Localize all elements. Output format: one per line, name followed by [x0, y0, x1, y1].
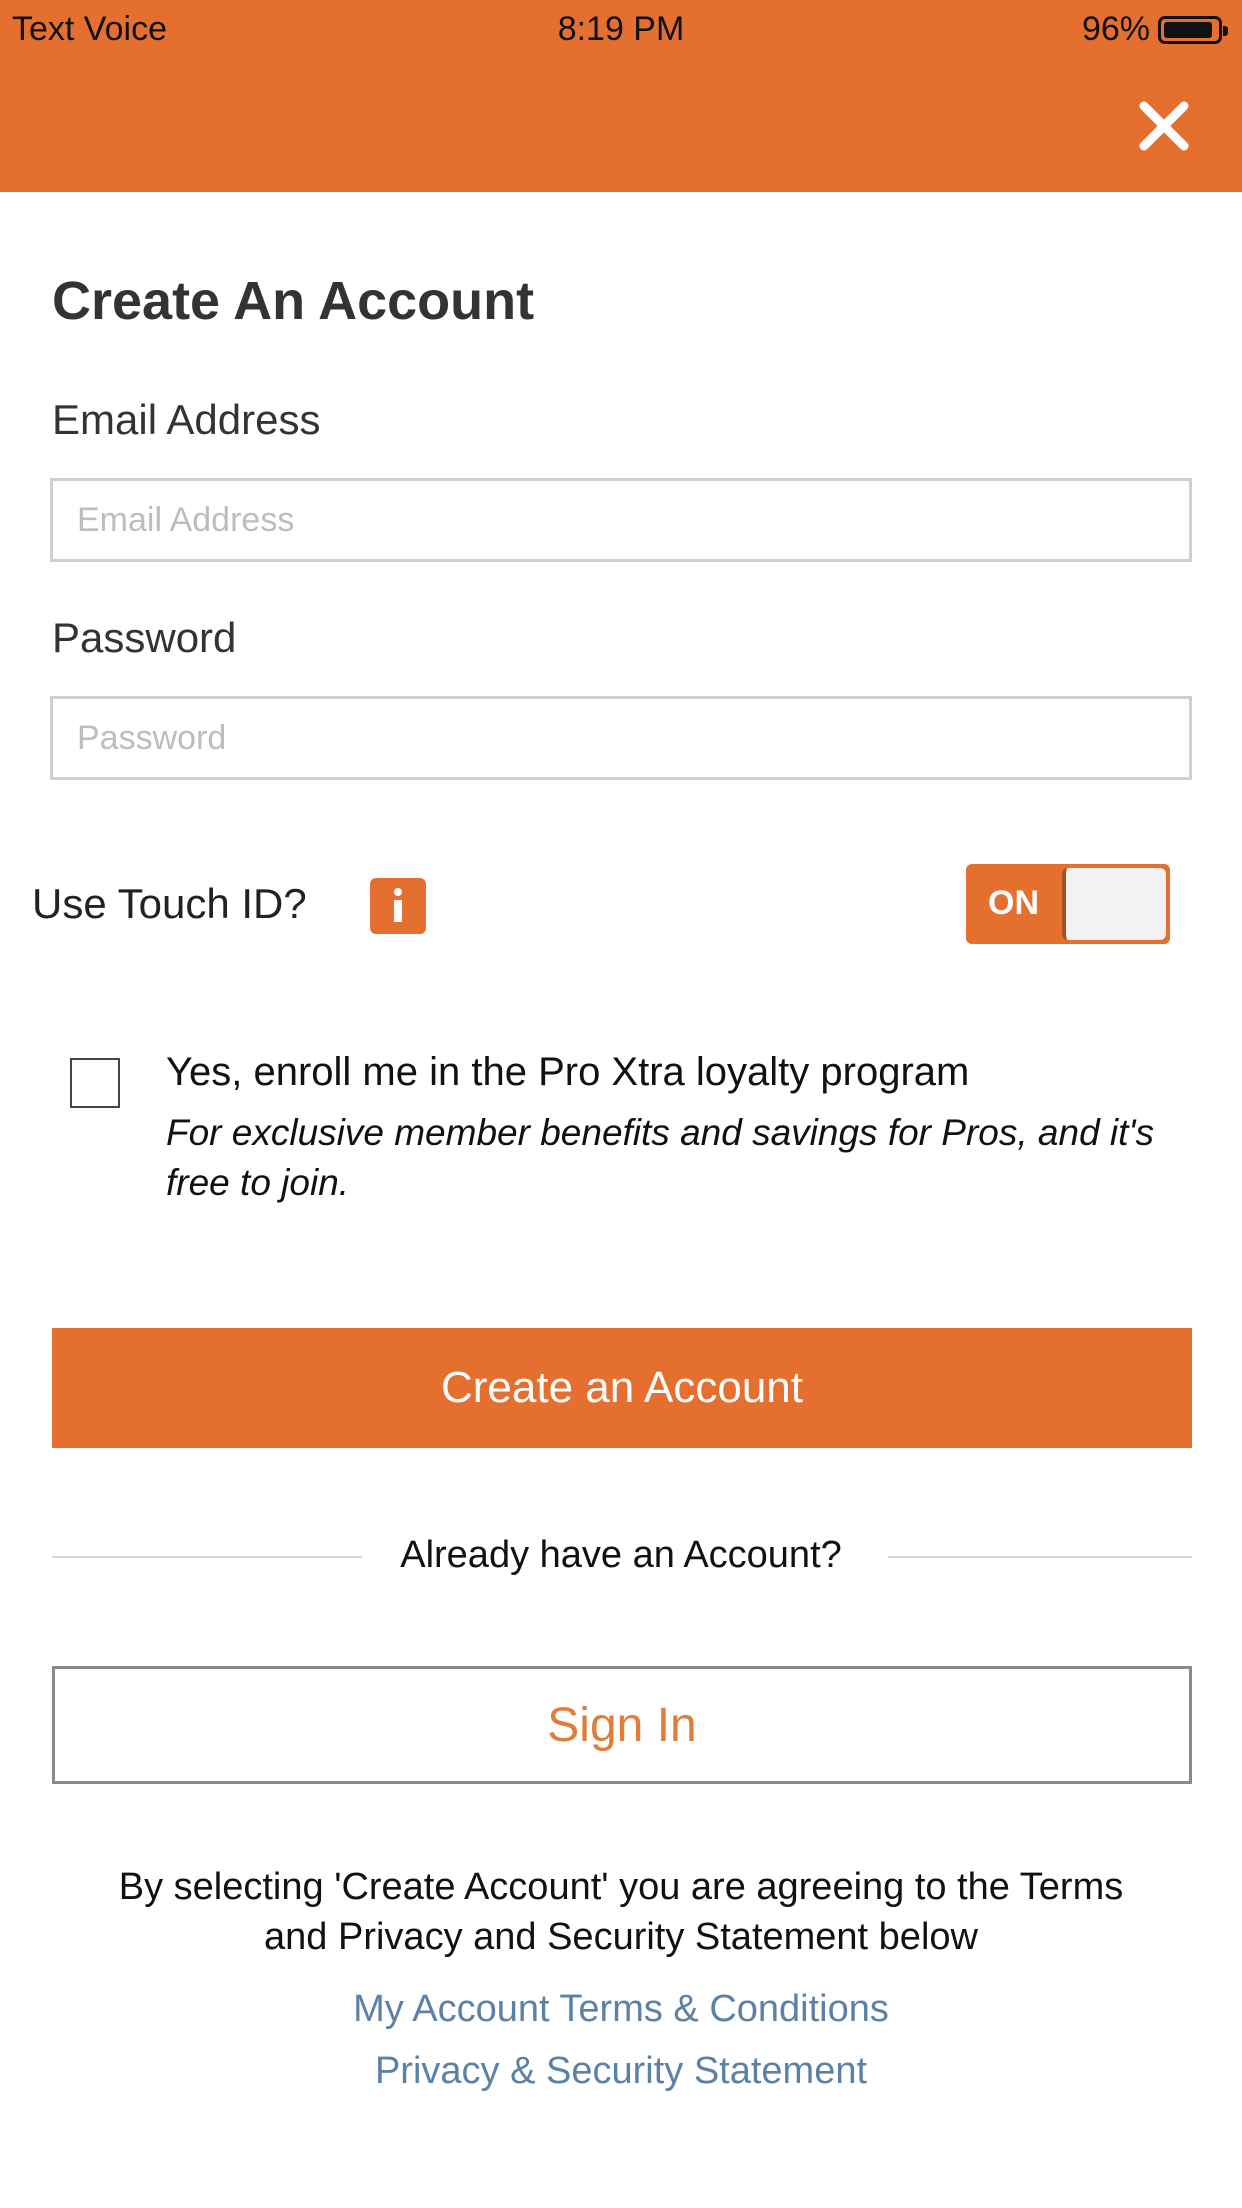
loyalty-checkbox[interactable]	[70, 1058, 120, 1108]
page-title: Create An Account	[52, 271, 535, 331]
already-have-account-text: Already have an Account?	[386, 1534, 856, 1576]
close-icon	[1139, 101, 1189, 151]
clock: 8:19 PM	[557, 10, 685, 48]
touch-id-info-button[interactable]	[370, 878, 426, 934]
toggle-state-label: ON	[988, 884, 1039, 922]
touch-id-label: Use Touch ID?	[32, 880, 307, 927]
header-bar	[0, 56, 1242, 192]
touch-id-toggle[interactable]: ON	[966, 864, 1170, 944]
email-field[interactable]	[50, 478, 1192, 562]
status-bar: Text Voice 8:19 PM 96%	[0, 0, 1242, 56]
agreement-text: By selecting 'Create Account' you are ag…	[118, 1866, 1124, 1958]
toggle-knob	[1062, 868, 1166, 940]
battery-fill	[1164, 21, 1212, 38]
battery-status: 96%	[1081, 10, 1228, 49]
info-icon	[394, 888, 402, 922]
battery-percent: 96%	[1081, 10, 1150, 48]
sign-in-button[interactable]: Sign In	[52, 1666, 1192, 1784]
close-button[interactable]	[1134, 96, 1194, 156]
create-account-button[interactable]: Create an Account	[52, 1328, 1192, 1448]
privacy-link[interactable]: Privacy & Security Statement	[0, 2050, 1242, 2093]
password-field[interactable]	[50, 696, 1192, 780]
loyalty-title: Yes, enroll me in the Pro Xtra loyalty p…	[166, 1050, 970, 1094]
loyalty-description: For exclusive member benefits and saving…	[166, 1112, 1154, 1203]
terms-link[interactable]: My Account Terms & Conditions	[0, 1988, 1242, 2031]
battery-icon	[1158, 15, 1228, 44]
password-label: Password	[52, 614, 237, 661]
email-label: Email Address	[52, 396, 321, 443]
